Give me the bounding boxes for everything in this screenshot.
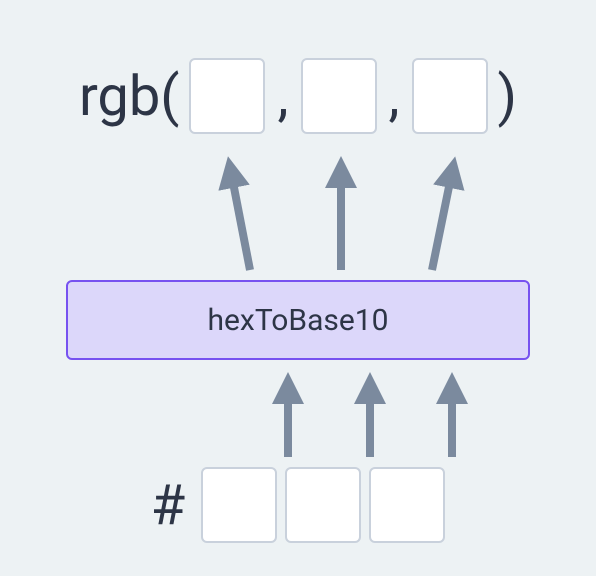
rgb-slot-g <box>301 58 377 134</box>
function-label: hexToBase10 <box>208 303 389 338</box>
hex-slot-2 <box>285 467 361 543</box>
hex-slot-3 <box>369 467 445 543</box>
rgb-slot-r <box>189 58 265 134</box>
rgb-prefix: rgb( <box>79 63 180 129</box>
rgb-comma-2: , <box>387 63 402 129</box>
hex-input-row: # <box>0 467 596 543</box>
rgb-comma-1: , <box>275 63 290 129</box>
hex-hash: # <box>151 472 193 538</box>
arrow-top-right-icon <box>432 172 452 270</box>
rgb-output-row: rgb( , , ) <box>0 58 596 134</box>
function-box: hexToBase10 <box>66 280 530 360</box>
diagram-stage: rgb( , , ) hexToBase10 # <box>0 0 596 576</box>
hex-slot-1 <box>201 467 277 543</box>
rgb-suffix: ) <box>498 63 518 129</box>
arrow-top-left-icon <box>231 172 250 270</box>
rgb-slot-b <box>412 58 488 134</box>
